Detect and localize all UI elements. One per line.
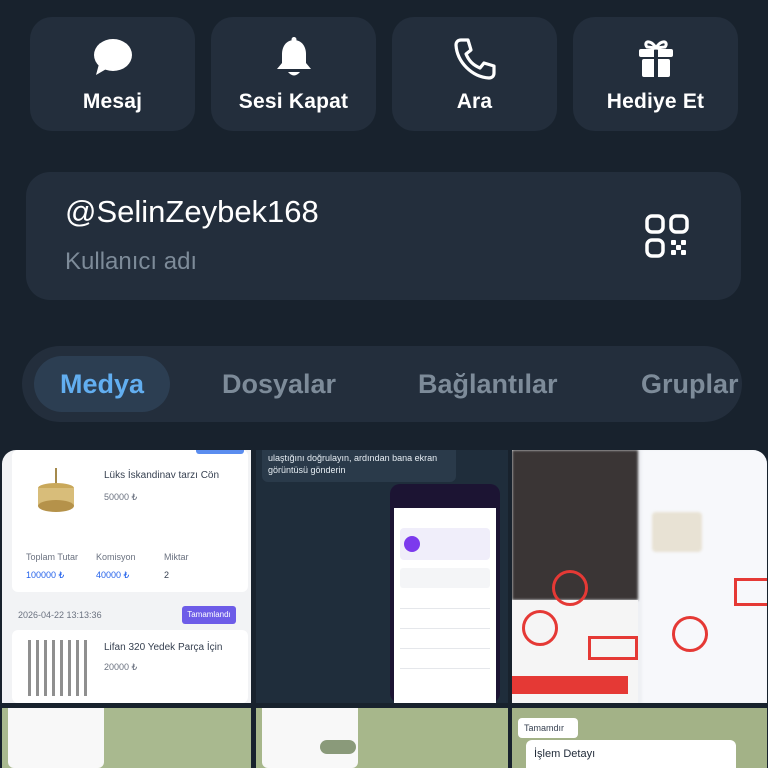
transaction-detail-title: İşlem Detayı xyxy=(526,740,736,768)
annotation-bar xyxy=(512,676,628,694)
total-value: 100000 ₺ xyxy=(26,570,65,580)
phone-mockup xyxy=(390,484,500,703)
annotation-circle xyxy=(552,570,588,606)
action-bar: Mesaj Sesi Kapat Ara Hediye Et xyxy=(30,17,738,131)
quantity-label: Miktar xyxy=(164,552,189,562)
annotation-box xyxy=(588,636,638,660)
parts-image xyxy=(28,640,88,696)
order-item-title: Lifan 320 Yedek Parça İçin xyxy=(104,642,223,653)
chat-bubble: ulaştığını doğrulayın, ardından bana ekr… xyxy=(262,450,456,482)
tab-links[interactable]: Bağlantılar xyxy=(418,356,558,412)
media-grid: Lüks İskandinav tarzı Cön 50000 ₺ Toplam… xyxy=(0,450,768,768)
order-item-price: 20000 ₺ xyxy=(104,662,138,672)
order-item-price: 50000 ₺ xyxy=(104,492,138,502)
chat-text: ulaştığını doğrulayın, ardından bana ekr… xyxy=(268,453,438,475)
media-tabs: Medya Dosyalar Bağlantılar Gruplar xyxy=(22,346,742,422)
message-icon xyxy=(91,36,135,80)
call-label: Ara xyxy=(456,90,493,113)
message-button[interactable]: Mesaj xyxy=(30,17,195,131)
username-card[interactable]: @SelinZeybek168 Kullanıcı adı xyxy=(26,172,741,300)
status-badge: Tamamlandı xyxy=(182,606,236,624)
media-thumbnail[interactable]: ulaştığını doğrulayın, ardından bana ekr… xyxy=(256,450,508,703)
username-caption: Kullanıcı adı xyxy=(65,248,198,275)
gift-label: Hediye Et xyxy=(606,90,705,113)
bell-icon xyxy=(272,36,316,80)
order-item-title: Lüks İskandinav tarzı Cön xyxy=(104,470,220,481)
commission-value: 40000 ₺ xyxy=(96,570,130,580)
mute-button[interactable]: Sesi Kapat xyxy=(211,17,376,131)
chandelier-icon xyxy=(34,468,78,520)
tab-groups[interactable]: Gruplar xyxy=(641,356,739,412)
gift-button[interactable]: Hediye Et xyxy=(573,17,738,131)
tab-files[interactable]: Dosyalar xyxy=(222,356,336,412)
order-card: Lifan 320 Yedek Parça İçin 20000 ₺ xyxy=(12,630,248,703)
qr-code-icon[interactable] xyxy=(643,212,691,260)
media-thumbnail[interactable] xyxy=(256,708,508,768)
chat-badge: Tamamdır xyxy=(518,718,578,738)
media-thumbnail[interactable] xyxy=(512,450,767,703)
phone-icon xyxy=(453,36,497,80)
username: @SelinZeybek168 xyxy=(65,194,319,229)
media-thumbnail[interactable]: Tamamdır İşlem Detayı xyxy=(512,708,767,768)
commission-label: Komisyon xyxy=(96,552,136,562)
order-date: 2026-04-22 13:13:36 xyxy=(18,610,102,620)
message-label: Mesaj xyxy=(82,90,143,113)
call-button[interactable]: Ara xyxy=(392,17,557,131)
gift-icon xyxy=(634,36,678,80)
quantity-value: 2 xyxy=(164,570,170,580)
annotation-box xyxy=(734,578,767,606)
total-label: Toplam Tutar xyxy=(26,552,79,562)
tab-media[interactable]: Medya xyxy=(34,356,171,412)
mute-label: Sesi Kapat xyxy=(238,90,349,113)
annotation-circle xyxy=(522,610,558,646)
media-thumbnail[interactable] xyxy=(2,708,251,768)
media-thumbnail[interactable]: Lüks İskandinav tarzı Cön 50000 ₺ Toplam… xyxy=(2,450,251,703)
annotation-circle xyxy=(672,616,708,652)
order-card: Lüks İskandinav tarzı Cön 50000 ₺ Toplam… xyxy=(12,450,248,592)
